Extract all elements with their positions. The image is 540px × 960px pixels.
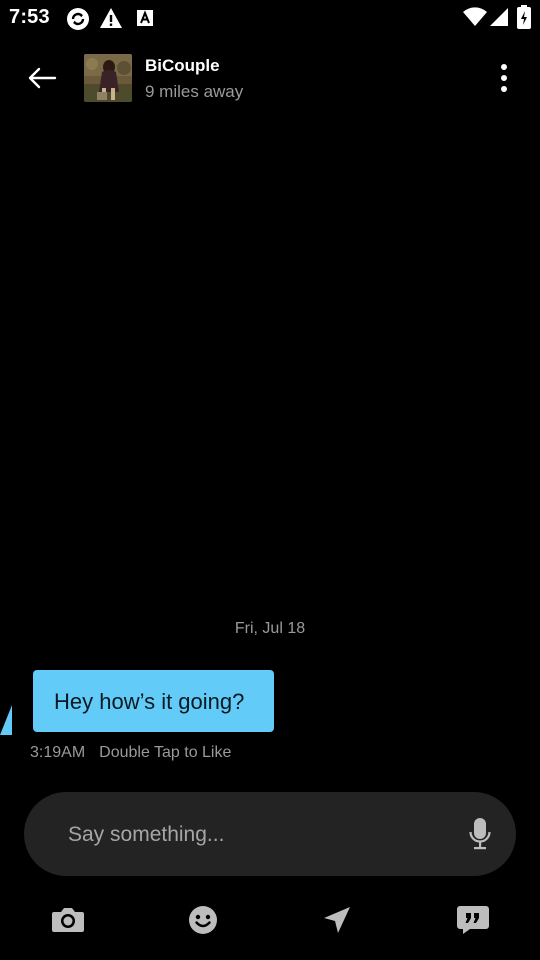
emoji-button[interactable]: [183, 900, 223, 940]
chat-header: BiCouple 9 miles away: [0, 40, 540, 116]
wifi-icon: [462, 7, 488, 32]
like-hint[interactable]: Double Tap to Like: [99, 744, 231, 761]
emoji-icon: [189, 906, 217, 934]
message-row: Hey how’s it going?: [24, 670, 275, 732]
message-time: 3:19AM: [30, 744, 86, 761]
microphone-icon: [469, 818, 491, 850]
warning-icon: [99, 7, 123, 34]
status-time: 7:53: [9, 6, 50, 28]
message-meta: 3:19AM Double Tap to Like: [30, 744, 231, 762]
quote-chat-icon: [457, 906, 489, 934]
more-options-button[interactable]: [486, 58, 522, 98]
camera-icon: [52, 908, 84, 932]
more-vertical-icon: [501, 64, 507, 92]
battery-charging-icon: [517, 5, 531, 34]
avatar[interactable]: [84, 54, 132, 102]
arrow-left-icon: [28, 67, 57, 89]
saved-phrases-button[interactable]: [453, 900, 493, 940]
voice-message-button[interactable]: [464, 816, 496, 852]
camera-button[interactable]: [48, 900, 88, 940]
back-button[interactable]: [18, 58, 66, 98]
sync-icon: [66, 7, 90, 36]
bubble-tail: [0, 705, 12, 735]
message-bubble[interactable]: Hey how’s it going?: [33, 670, 275, 732]
location-arrow-icon: [324, 907, 350, 933]
message-input[interactable]: [66, 814, 450, 856]
contact-name[interactable]: BiCouple: [145, 56, 220, 76]
contact-distance: 9 miles away: [145, 82, 244, 101]
chat-screen: 7:53 BiCouple 9 miles away Fri, Jul 18 H…: [0, 0, 540, 960]
cellular-signal-icon: [489, 7, 509, 32]
share-location-button[interactable]: [317, 900, 357, 940]
font-a-icon: [136, 9, 154, 32]
status-bar: 7:53: [0, 0, 540, 36]
bottom-toolbar: [0, 896, 540, 944]
date-separator: Fri, Jul 18: [234, 620, 306, 637]
message-composer: [24, 792, 516, 876]
